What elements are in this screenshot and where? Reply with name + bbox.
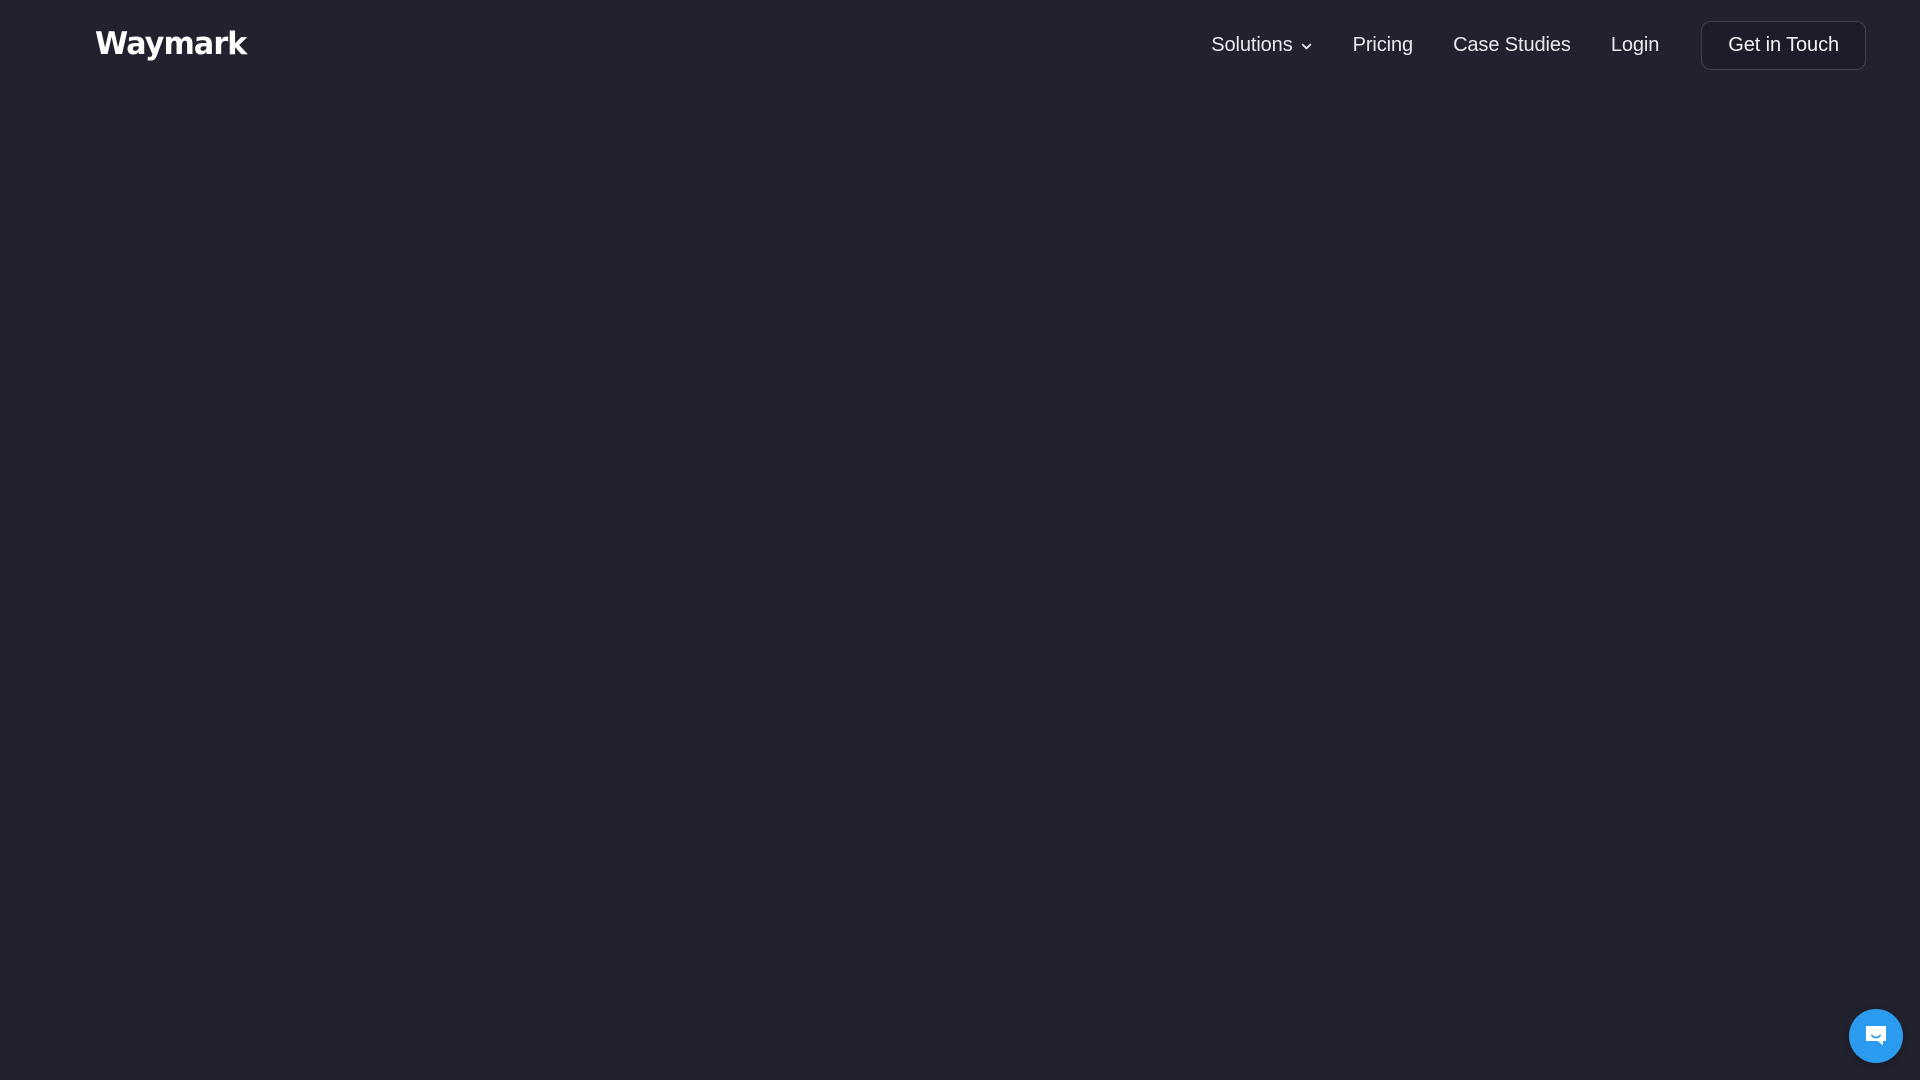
nav-item-login[interactable]: Login: [1610, 27, 1660, 63]
chevron-down-icon: [1300, 40, 1313, 53]
waymark-logo[interactable]: Waymark: [95, 28, 247, 60]
nav-item-solutions-label: Solutions: [1211, 34, 1293, 56]
page-root: Waymark Solutions Pricing Case Studies L…: [0, 0, 1920, 1080]
nav-item-login-label: Login: [1610, 34, 1660, 56]
nav-item-pricing[interactable]: Pricing: [1352, 27, 1414, 63]
main-content-area: [0, 90, 1920, 1080]
get-in-touch-button[interactable]: Get in Touch: [1701, 20, 1866, 70]
nav-item-case-studies-label: Case Studies: [1453, 34, 1571, 56]
chat-bubble-smile-icon: [1863, 1023, 1889, 1049]
nav-item-case-studies[interactable]: Case Studies: [1453, 27, 1571, 63]
main-navigation: Solutions Pricing Case Studies Login Get…: [1211, 20, 1866, 70]
nav-item-solutions[interactable]: Solutions: [1211, 27, 1312, 63]
site-header: Waymark Solutions Pricing Case Studies L…: [0, 0, 1920, 90]
chat-launcher-button[interactable]: [1849, 1009, 1903, 1063]
nav-item-pricing-label: Pricing: [1352, 34, 1414, 56]
